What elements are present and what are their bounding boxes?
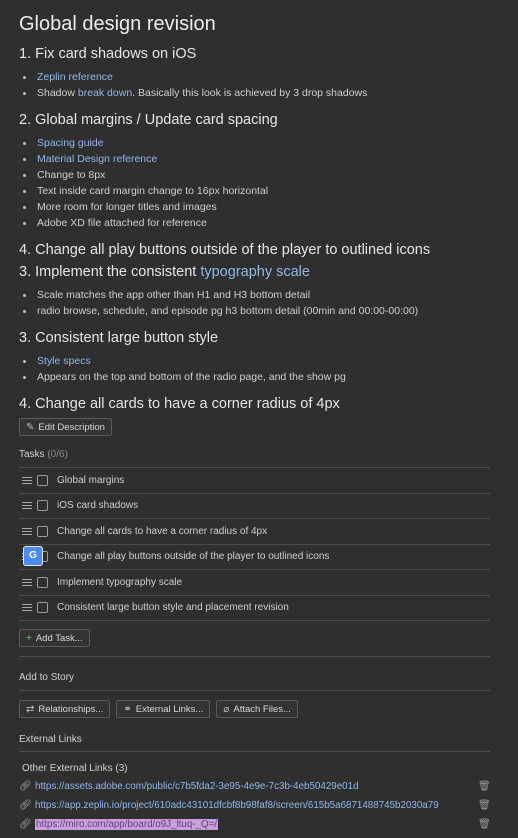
link-icon: 🔗︎: [19, 819, 32, 830]
list-item: Spacing guide: [19, 135, 499, 151]
list-item: Shadow break down. Basically this look i…: [19, 85, 499, 101]
list-item: Change to 8px: [19, 167, 499, 183]
external-links-list: Other External Links (3) 🔗︎ https://asse…: [19, 751, 491, 834]
material-design-link[interactable]: Material Design reference: [37, 153, 157, 165]
task-checkbox[interactable]: [37, 576, 48, 588]
list-item: More room for longer titles and images: [19, 199, 499, 215]
text: 3. Implement the consistent: [19, 264, 201, 280]
section-heading: 1. Fix card shadows on iOS: [19, 46, 197, 62]
add-task-button[interactable]: + Add Task...: [19, 629, 90, 647]
trash-icon[interactable]: 🗑︎: [478, 781, 491, 792]
list-item: Adobe XD file attached for reference: [19, 215, 499, 231]
divider: [19, 690, 490, 691]
external-link-row: 🔗︎ https://assets.adobe.com/public/c7b5f…: [19, 777, 491, 796]
section-heading: 4. Change all play buttons outside of th…: [19, 242, 431, 258]
task-checkbox[interactable]: [37, 525, 48, 537]
external-links-button[interactable]: ⚭ External Links...: [116, 700, 211, 718]
task-list: Global margins iOS card shadows Change a…: [19, 467, 490, 621]
task-label[interactable]: iOS card shadows: [57, 500, 138, 511]
external-link-url[interactable]: https://miro.com/app/board/o9J_ltuq-_Q=/: [35, 819, 219, 830]
drag-handle-icon[interactable]: [22, 604, 32, 612]
link-icon: 🔗︎: [19, 781, 32, 792]
external-links-section: External Links Other External Links (3) …: [19, 734, 499, 834]
list-item: Material Design reference: [19, 151, 499, 167]
task-label[interactable]: Change all play buttons outside of the p…: [57, 551, 329, 562]
drag-handle-icon[interactable]: [22, 502, 32, 510]
button-label: Add Task...: [35, 632, 83, 644]
task-row: Change all cards to have a corner radius…: [19, 519, 490, 545]
pencil-icon: ✎: [26, 421, 35, 433]
task-label[interactable]: Change all cards to have a corner radius…: [57, 526, 267, 537]
external-link-row: 🔗︎ https://app.zeplin.io/project/610adc4…: [19, 796, 491, 815]
task-checkbox[interactable]: [37, 500, 48, 512]
typography-scale-link[interactable]: typography scale: [200, 264, 310, 280]
external-link-row: 🔗︎ https://miro.com/app/board/o9J_ltuq-_…: [19, 815, 491, 834]
bullet-list: Spacing guide Material Design reference …: [19, 135, 499, 231]
task-checkbox[interactable]: [37, 602, 48, 614]
list-item: radio browse, schedule, and episode pg h…: [19, 303, 499, 319]
add-to-story-label: Add to Story: [19, 672, 75, 683]
plus-icon: +: [26, 632, 32, 644]
external-link-url[interactable]: https://app.zeplin.io/project/610adc4310…: [35, 800, 478, 811]
button-label: Edit Description: [38, 421, 105, 433]
task-label[interactable]: Consistent large button style and placem…: [57, 602, 289, 613]
button-label: Attach Files...: [233, 703, 291, 715]
drag-handle-icon[interactable]: [22, 578, 32, 586]
story-description-panel: Global design revision 1. Fix card shado…: [0, 0, 518, 834]
tasks-header: Tasks (0/6): [19, 449, 499, 460]
google-translate-icon[interactable]: G: [23, 545, 43, 566]
button-label: External Links...: [135, 703, 204, 715]
text: Shadow: [37, 87, 78, 99]
tasks-label: Tasks: [19, 449, 45, 460]
section-heading: 2. Global margins / Update card spacing: [19, 112, 278, 128]
zeplin-reference-link[interactable]: Zeplin reference: [37, 71, 113, 83]
external-link-url[interactable]: https://assets.adobe.com/public/c7b5fda2…: [35, 781, 478, 792]
spacing-guide-link[interactable]: Spacing guide: [37, 137, 104, 149]
link-icon: 🔗︎: [19, 800, 32, 811]
attach-files-button[interactable]: ⌀ Attach Files...: [216, 700, 298, 718]
section-heading: 4. Change all cards to have a corner rad…: [19, 396, 340, 412]
section-heading: 3. Implement the consistent typography s…: [19, 264, 499, 280]
task-row: iOS card shadows: [19, 494, 490, 519]
task-label[interactable]: Global margins: [57, 475, 124, 486]
page-title: Global design revision: [19, 13, 216, 35]
tasks-count: (0/6): [47, 449, 68, 460]
section-heading: 3. Consistent large button style: [19, 330, 219, 346]
bullet-list: Scale matches the app other than H1 and …: [19, 287, 499, 319]
edit-description-button[interactable]: ✎ Edit Description: [19, 418, 112, 436]
arrows-icon: ⇄: [26, 703, 35, 715]
story-buttons: ⇄ Relationships... ⚭ External Links... ⌀…: [19, 700, 499, 718]
list-item: Zeplin reference: [19, 69, 499, 85]
list-item: Style specs: [19, 353, 499, 369]
divider: [19, 656, 490, 657]
external-links-label: External Links: [19, 734, 82, 745]
other-external-links-label: Other External Links (3): [22, 763, 128, 774]
task-row: Change all play buttons outside of the p…: [19, 545, 490, 570]
bullet-list: Style specs Appears on the top and botto…: [19, 353, 499, 385]
add-to-story-section: Add to Story ⇄ Relationships... ⚭ Extern…: [19, 672, 499, 718]
task-checkbox[interactable]: [37, 474, 48, 486]
break-down-link[interactable]: break down: [78, 87, 132, 99]
drag-handle-icon[interactable]: [22, 476, 32, 484]
bullet-list: Zeplin reference Shadow break down. Basi…: [19, 69, 499, 101]
relationships-button[interactable]: ⇄ Relationships...: [19, 700, 111, 718]
tasks-section: Tasks (0/6) Global margins iOS card shad…: [19, 449, 499, 647]
drag-handle-icon[interactable]: [22, 527, 32, 535]
trash-icon[interactable]: 🗑︎: [478, 800, 491, 811]
paperclip-icon: ⌀: [223, 703, 230, 715]
list-item: Scale matches the app other than H1 and …: [19, 287, 499, 303]
task-row: Global margins: [19, 468, 490, 494]
trash-icon[interactable]: 🗑︎: [478, 819, 491, 830]
list-item: Text inside card margin change to 16px h…: [19, 183, 499, 199]
button-label: Relationships...: [38, 703, 104, 715]
style-specs-link[interactable]: Style specs: [37, 355, 91, 367]
task-row: Implement typography scale: [19, 570, 490, 596]
link-icon: ⚭: [123, 703, 132, 715]
task-row: Consistent large button style and placem…: [19, 596, 490, 621]
list-item: Appears on the top and bottom of the rad…: [19, 369, 499, 385]
text: . Basically this look is achieved by 3 d…: [132, 87, 368, 99]
task-label[interactable]: Implement typography scale: [57, 577, 182, 588]
